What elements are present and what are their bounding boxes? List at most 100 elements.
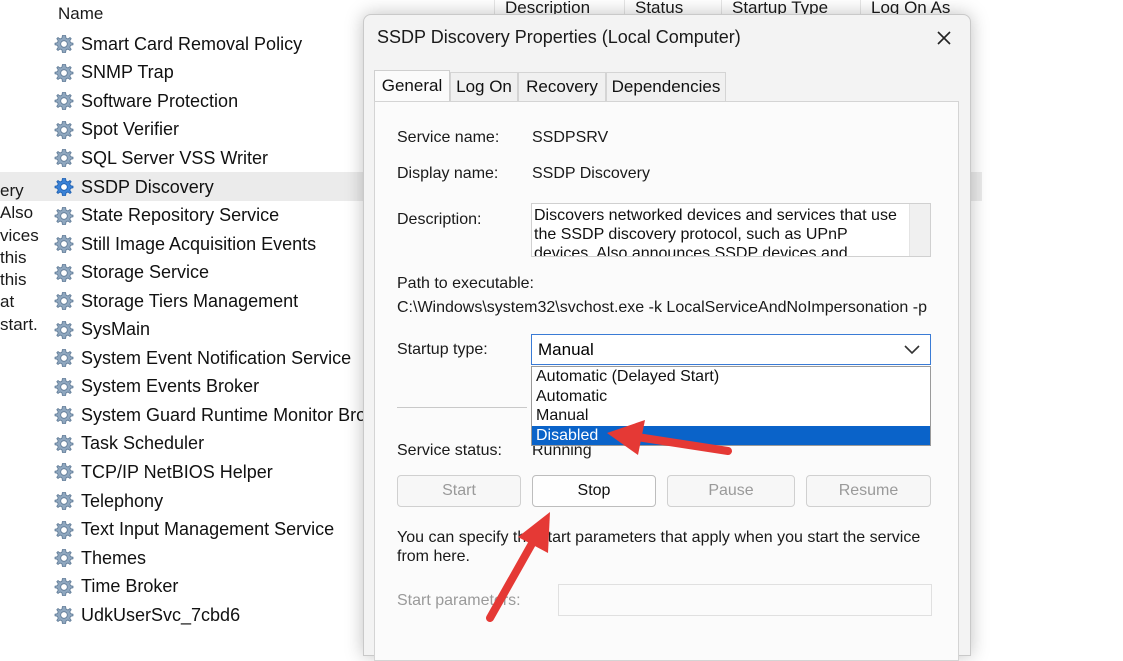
service-name: System Guard Runtime Monitor Brok — [81, 404, 376, 425]
service-row[interactable]: Still Image Acquisition Events — [53, 230, 373, 259]
fragment-line: this — [0, 270, 27, 290]
start-parameters-label: Start parameters: — [397, 592, 521, 609]
service-row[interactable]: Spot Verifier — [53, 116, 373, 145]
service-row[interactable]: Task Scheduler — [53, 430, 373, 459]
service-gear-icon — [53, 205, 75, 227]
service-gear-icon — [53, 290, 75, 312]
service-gear-icon — [53, 376, 75, 398]
service-name: SNMP Trap — [81, 62, 174, 83]
service-name-label: Service name: — [397, 129, 500, 146]
service-row[interactable]: Software Protection — [53, 87, 373, 116]
service-name: System Events Broker — [81, 376, 260, 397]
service-row[interactable]: SNMP Trap — [53, 59, 373, 88]
service-row[interactable]: Storage Tiers Management — [53, 287, 373, 316]
service-row[interactable]: SysMain — [53, 315, 373, 344]
service-gear-icon — [53, 404, 75, 426]
service-gear-icon — [53, 547, 75, 569]
service-gear-icon — [53, 519, 75, 541]
description-scrollbar[interactable] — [909, 204, 930, 256]
service-gear-icon — [53, 461, 75, 483]
option-automatic[interactable]: Automatic — [532, 387, 930, 407]
startup-type-select[interactable]: Manual — [531, 334, 931, 365]
start-button[interactable]: Start — [397, 475, 521, 507]
service-gear-icon — [53, 176, 75, 198]
service-row[interactable]: Smart Card Removal Policy — [53, 30, 373, 59]
path-label: Path to executable: — [397, 275, 534, 292]
service-status-label: Service status: — [397, 442, 502, 459]
service-name: Time Broker — [81, 576, 179, 597]
service-name: SQL Server VSS Writer — [81, 147, 269, 168]
hint-text-line1: You can specify the start parameters tha… — [397, 529, 921, 546]
column-name-header[interactable]: Name — [58, 4, 103, 24]
path-value: C:\Windows\system32\svchost.exe -k Local… — [397, 299, 927, 316]
dialog-title: SSDP Discovery Properties (Local Compute… — [377, 27, 741, 47]
tab-log-on[interactable]: Log On — [450, 72, 518, 101]
service-name: Storage Service — [81, 262, 210, 283]
display-name-label: Display name: — [397, 165, 499, 182]
service-row[interactable]: SQL Server VSS Writer — [53, 144, 373, 173]
startup-type-label: Startup type: — [397, 341, 488, 358]
service-gear-icon — [53, 433, 75, 455]
stop-button[interactable]: Stop — [532, 475, 656, 507]
service-row[interactable]: Text Input Management Service — [53, 515, 373, 544]
service-name: Still Image Acquisition Events — [81, 233, 317, 254]
service-row[interactable]: System Guard Runtime Monitor Brok — [53, 401, 376, 430]
fragment-line: this — [0, 247, 27, 267]
startup-type-dropdown-list: Automatic (Delayed Start) Automatic Manu… — [531, 366, 931, 446]
service-name: Storage Tiers Management — [81, 290, 299, 311]
service-name: Spot Verifier — [81, 119, 180, 140]
fragment-line: ery — [0, 181, 24, 200]
service-name: Task Scheduler — [81, 433, 205, 454]
service-gear-icon — [53, 119, 75, 141]
tab-dependencies[interactable]: Dependencies — [606, 72, 726, 101]
service-name: System Event Notification Service — [81, 347, 352, 368]
service-gear-icon — [53, 347, 75, 369]
service-row[interactable]: TCP/IP NetBIOS Helper — [53, 458, 373, 487]
service-name-value: SSDPSRV — [532, 129, 609, 146]
service-row[interactable]: Telephony — [53, 487, 373, 516]
chevron-down-icon — [904, 345, 920, 355]
service-name: Telephony — [81, 490, 164, 511]
fragment-line: start. — [0, 314, 38, 334]
service-gear-icon — [53, 490, 75, 512]
service-gear-icon — [53, 604, 75, 626]
service-gear-icon — [53, 319, 75, 341]
service-row[interactable]: Storage Service — [53, 258, 373, 287]
fragment-line: Also — [0, 203, 34, 223]
service-gear-icon — [53, 262, 75, 284]
service-row[interactable]: System Events Broker — [53, 373, 373, 402]
pause-button[interactable]: Pause — [667, 475, 795, 507]
description-label: Description: — [397, 211, 482, 228]
description-box[interactable]: Discovers networked devices and services… — [531, 203, 931, 257]
service-row[interactable]: Time Broker — [53, 572, 373, 601]
separator — [397, 407, 527, 408]
service-row[interactable]: UdkUserSvc_7cbd6 — [53, 601, 373, 630]
service-name: SysMain — [81, 319, 151, 340]
service-gear-icon — [53, 33, 75, 55]
service-row[interactable]: System Event Notification Service — [53, 344, 373, 373]
service-row[interactable]: State Repository Service — [53, 201, 373, 230]
close-icon — [937, 31, 951, 45]
service-name: UdkUserSvc_7cbd6 — [81, 604, 241, 625]
option-disabled[interactable]: Disabled — [532, 425, 930, 445]
service-gear-icon — [53, 62, 75, 84]
close-button[interactable] — [924, 21, 964, 55]
fragment-line: vices — [0, 225, 39, 245]
hint-text-line2: from here. — [397, 548, 470, 565]
general-tab-panel: Service name: SSDPSRV Display name: SSDP… — [374, 101, 959, 661]
display-name-value: SSDP Discovery — [532, 165, 650, 182]
option-automatic-delayed[interactable]: Automatic (Delayed Start) — [532, 367, 930, 387]
service-name: Software Protection — [81, 90, 239, 111]
service-gear-icon — [53, 147, 75, 169]
properties-dialog: SSDP Discovery Properties (Local Compute… — [363, 14, 971, 661]
tab-recovery[interactable]: Recovery — [518, 72, 606, 101]
service-name: TCP/IP NetBIOS Helper — [81, 461, 273, 482]
service-row[interactable]: SSDP Discovery — [53, 173, 373, 202]
start-parameters-input[interactable] — [558, 584, 932, 616]
tab-general[interactable]: General — [374, 70, 450, 101]
resume-button[interactable]: Resume — [806, 475, 931, 507]
service-name: SSDP Discovery — [81, 176, 214, 197]
option-manual[interactable]: Manual — [532, 406, 930, 426]
service-gear-icon — [53, 233, 75, 255]
service-row[interactable]: Themes — [53, 544, 373, 573]
